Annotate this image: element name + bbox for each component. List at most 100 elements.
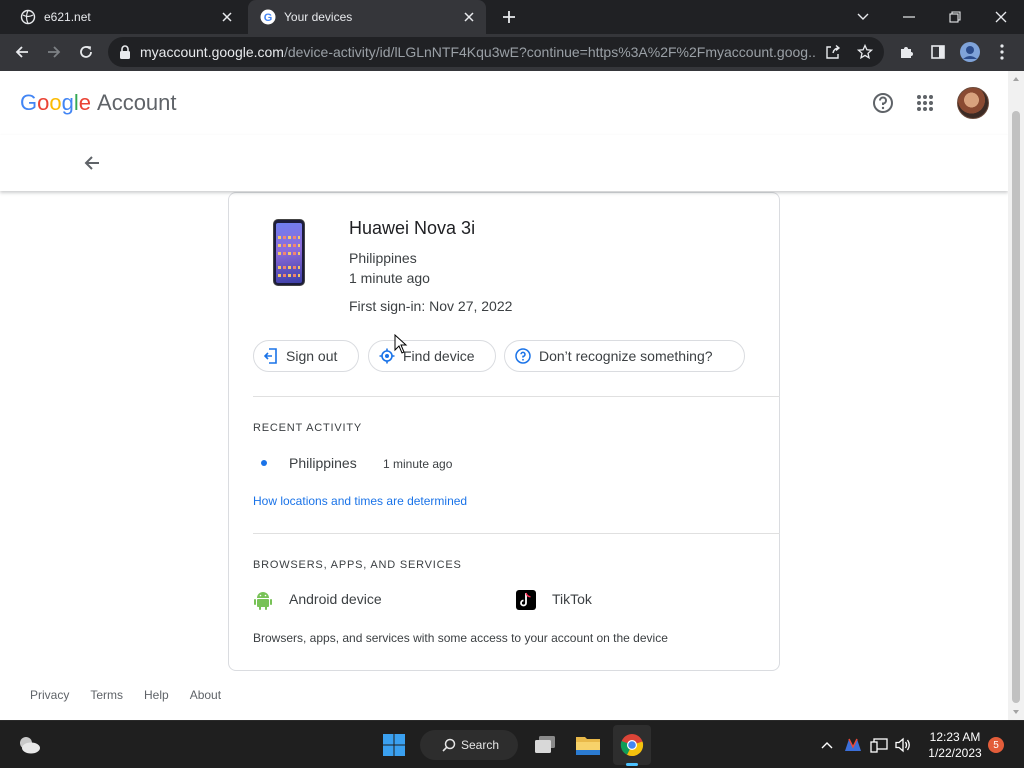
footer-links: Privacy Terms Help About (30, 688, 242, 702)
device-name: Huawei Nova 3i (349, 218, 476, 238)
find-device-button[interactable]: Find device (368, 340, 496, 372)
profile-avatar-icon[interactable] (956, 38, 984, 66)
url-path: /device-activity/id/lLGLnNTF4Kqu3wE?cont… (283, 44, 816, 60)
services-heading: BROWSERS, APPS, AND SERVICES (253, 559, 462, 571)
footer-link-help[interactable]: Help (144, 688, 169, 702)
close-tab-icon[interactable] (458, 6, 480, 28)
notification-badge[interactable]: 5 (988, 737, 1004, 753)
extensions-puzzle-icon[interactable] (892, 38, 920, 66)
back-arrow-icon[interactable] (80, 151, 104, 175)
find-device-label: Find device (403, 348, 475, 364)
activity-location: Philippines (289, 455, 357, 471)
chrome-menu-icon[interactable] (988, 38, 1016, 66)
scroll-up-icon[interactable] (1012, 75, 1020, 83)
tab-e621[interactable]: e621.net (8, 0, 244, 34)
task-view-icon[interactable] (530, 729, 560, 761)
forward-arrow-icon[interactable] (40, 38, 68, 66)
volume-icon[interactable] (892, 729, 914, 761)
app-tray-icon[interactable] (842, 729, 864, 761)
help-circle-icon (515, 348, 531, 364)
footer-link-terms[interactable]: Terms (90, 688, 123, 702)
scroll-down-icon[interactable] (1012, 708, 1020, 716)
phone-app-row (278, 236, 300, 239)
android-icon (253, 590, 273, 610)
lock-icon[interactable] (119, 45, 131, 59)
close-tab-icon[interactable] (216, 6, 238, 28)
minimize-icon[interactable] (886, 0, 932, 34)
close-window-icon[interactable] (978, 0, 1024, 34)
apps-grid-icon[interactable] (911, 89, 939, 117)
mouse-cursor-icon (394, 334, 408, 354)
phone-image (273, 219, 305, 286)
sign-out-label: Sign out (286, 348, 338, 364)
tab-title: e621.net (44, 10, 91, 24)
logo-letter: o (37, 90, 50, 115)
service-android: Android device (289, 591, 382, 607)
chevron-up-icon[interactable] (818, 729, 836, 761)
tab-title: Your devices (284, 10, 353, 24)
recent-activity-heading: RECENT ACTIVITY (253, 422, 362, 434)
phone-app-row (278, 274, 300, 277)
device-location: Philippines (349, 250, 417, 266)
phone-app-row (278, 252, 300, 255)
device-card: Huawei Nova 3i Philippines 1 minute ago … (228, 192, 780, 671)
scrollbar-thumb[interactable] (1012, 111, 1020, 703)
taskbar-search-label: Search (461, 738, 500, 752)
file-explorer-icon[interactable] (572, 729, 604, 761)
sign-out-icon (264, 348, 278, 364)
active-app-indicator (626, 763, 638, 766)
share-icon[interactable] (822, 41, 844, 63)
google-g-icon: G (260, 9, 276, 25)
network-icon[interactable] (868, 729, 890, 761)
help-icon[interactable] (869, 89, 897, 117)
svg-text:G: G (264, 12, 273, 24)
logo-letter: o (49, 90, 62, 115)
address-bar[interactable]: myaccount.google.com/device-activity/id/… (108, 37, 884, 67)
device-first-signin: First sign-in: Nov 27, 2022 (349, 298, 513, 314)
logo-letter: e (78, 90, 92, 115)
tiktok-icon (516, 590, 536, 610)
browser-toolbar: myaccount.google.com/device-activity/id/… (0, 34, 1024, 71)
locations-times-link[interactable]: How locations and times are determined (253, 494, 467, 508)
service-tiktok: TikTok (552, 591, 592, 607)
taskbar-search-button[interactable]: Search (420, 730, 518, 760)
side-panel-icon[interactable] (924, 38, 952, 66)
new-tab-icon[interactable] (498, 6, 520, 28)
account-avatar[interactable] (957, 87, 989, 119)
logo-letter: g (61, 90, 74, 115)
activity-dot (261, 460, 267, 466)
url-host: myaccount.google.com (140, 44, 284, 60)
footer-link-about[interactable]: About (190, 688, 221, 702)
phone-app-row (278, 244, 300, 247)
sub-header-bar (0, 135, 1008, 191)
tab-search-chevron-icon[interactable] (840, 0, 886, 34)
location-target-icon (379, 348, 395, 364)
clock-time: 12:23 AM (929, 730, 981, 744)
dont-recognize-button[interactable]: Don’t recognize something? (504, 340, 745, 372)
phone-app-row (278, 266, 300, 269)
tab-your-devices[interactable]: G Your devices (248, 0, 486, 34)
page-content: Google Account Huawei Nova 3i Philippine… (0, 71, 1008, 720)
taskbar: Search 12:23 AM 1/22/2023 5 (0, 720, 1024, 768)
bookmark-star-icon[interactable] (854, 41, 876, 63)
divider (253, 396, 780, 397)
page-scrollbar[interactable] (1008, 71, 1024, 720)
weather-icon[interactable] (14, 729, 44, 761)
back-arrow-icon[interactable] (8, 38, 36, 66)
device-last-seen: 1 minute ago (349, 270, 430, 286)
tab-strip: e621.net G Your devices (0, 0, 1024, 34)
divider (253, 533, 780, 534)
windows-start-icon[interactable] (378, 729, 410, 761)
logo-account-text: Account (97, 90, 177, 115)
dont-recognize-label: Don’t recognize something? (539, 348, 713, 364)
google-account-logo[interactable]: Google Account (20, 90, 177, 116)
reload-icon[interactable] (72, 38, 100, 66)
google-account-header: Google Account (0, 71, 1008, 135)
sign-out-button[interactable]: Sign out (253, 340, 359, 372)
logo-letter: G (20, 90, 38, 115)
restore-icon[interactable] (932, 0, 978, 34)
footer-link-privacy[interactable]: Privacy (30, 688, 69, 702)
clock-date: 1/22/2023 (928, 746, 982, 760)
taskbar-clock[interactable]: 12:23 AM 1/22/2023 (922, 729, 988, 761)
chrome-icon[interactable] (617, 729, 647, 761)
